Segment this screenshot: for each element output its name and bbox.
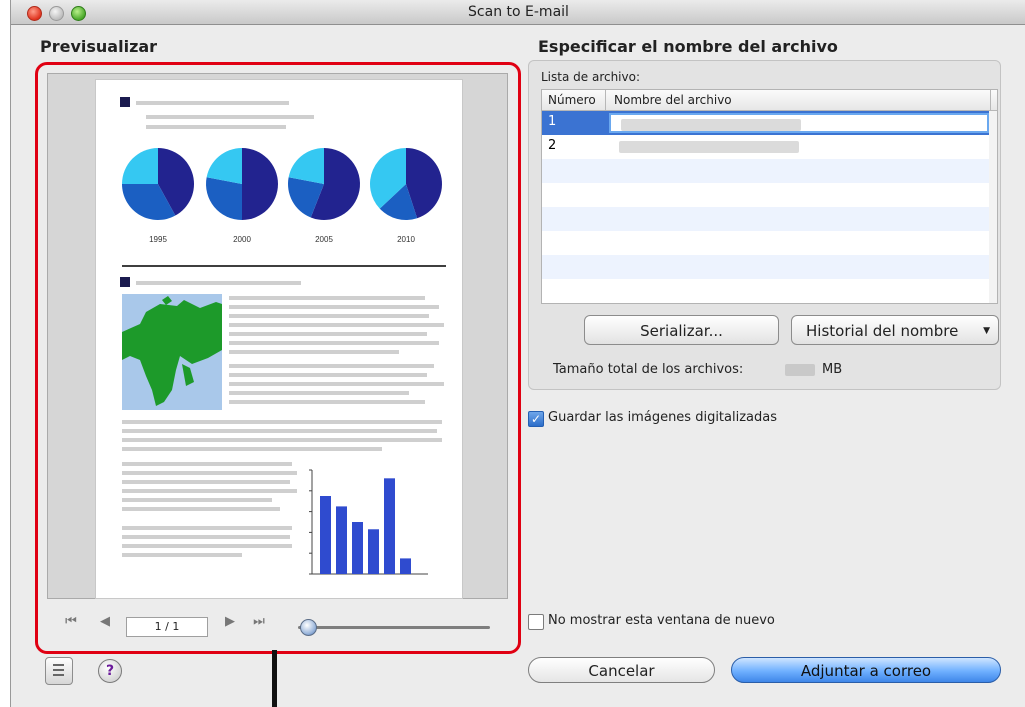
bar	[336, 506, 347, 574]
table-row	[542, 159, 997, 183]
pie-charts: 1995 2000 2005 2010	[122, 148, 442, 244]
heading-marker	[120, 277, 130, 287]
total-size-unit: MB	[822, 362, 843, 377]
total-size-value-blurred	[785, 364, 815, 376]
text-line	[136, 101, 289, 105]
column-header-filename[interactable]: Nombre del archivo	[608, 90, 991, 110]
pie-slice	[242, 148, 278, 220]
table-row	[542, 207, 997, 231]
name-history-button[interactable]: Historial del nombre ▼	[791, 315, 999, 345]
table-row	[542, 279, 997, 303]
pie-year-label: 2010	[397, 235, 415, 244]
preview-page: 1995 2000 2005 2010	[95, 79, 463, 599]
table-row	[542, 231, 997, 255]
dropdown-triangle-icon: ▼	[983, 326, 990, 336]
cancel-button[interactable]: Cancelar	[528, 657, 715, 683]
bar	[320, 496, 331, 574]
page-indicator-field[interactable]: 1 / 1	[126, 617, 208, 637]
divider	[122, 265, 446, 267]
dont-show-again-label[interactable]: No mostrar esta ventana de nuevo	[548, 613, 775, 628]
table-scrollbar[interactable]	[989, 111, 997, 303]
bar-chart	[309, 469, 428, 575]
pie-year-label: 1995	[149, 235, 167, 244]
world-map-image	[122, 294, 222, 410]
next-page-icon[interactable]: ▶	[221, 614, 239, 630]
window-title: Scan to E-mail	[468, 4, 569, 20]
total-size-label: Tamaño total de los archivos:	[553, 362, 744, 377]
attach-to-email-button[interactable]: Adjuntar a correo	[731, 657, 1001, 683]
heading-marker	[120, 97, 130, 107]
save-images-label[interactable]: Guardar las imágenes digitalizadas	[548, 410, 777, 425]
checkmark-icon: ✓	[530, 412, 542, 426]
pie-slice	[122, 148, 158, 184]
bar	[400, 558, 411, 574]
serialize-button[interactable]: Serializar...	[584, 315, 779, 345]
dont-show-again-checkbox[interactable]	[528, 614, 544, 630]
name-history-label: Historial del nombre	[806, 322, 959, 340]
column-header-number[interactable]: Número	[542, 90, 606, 110]
text-line	[146, 115, 314, 119]
title-bar[interactable]: Scan to E-mail	[11, 0, 1025, 25]
text-line	[136, 281, 301, 285]
previous-page-icon[interactable]: ◀	[96, 614, 114, 630]
preview-title: Previsualizar	[40, 37, 158, 56]
table-row[interactable]: 1	[542, 111, 997, 135]
bar	[384, 478, 395, 574]
file-list-label: Lista de archivo:	[541, 70, 641, 84]
sidebar-list-icon[interactable]	[45, 657, 73, 685]
pie-year-label: 2000	[233, 235, 251, 244]
row-number: 1	[548, 114, 557, 129]
table-row	[542, 183, 997, 207]
filename-value-blurred	[621, 119, 801, 131]
bar	[352, 522, 363, 574]
row-number: 2	[548, 138, 557, 153]
pie-year-label: 2005	[315, 235, 333, 244]
filename-cell	[609, 137, 989, 157]
help-icon[interactable]: ?	[98, 659, 122, 683]
table-row[interactable]: 2	[542, 135, 997, 159]
text-line	[146, 125, 286, 129]
callout-pointer-line	[272, 650, 277, 707]
table-row	[542, 255, 997, 279]
pie-slice	[206, 177, 242, 220]
last-page-icon[interactable]: ⏭	[250, 614, 268, 630]
zoom-slider-track[interactable]	[298, 626, 490, 629]
filename-edit-field[interactable]	[609, 113, 989, 133]
zoom-slider-knob[interactable]	[299, 619, 317, 636]
first-page-icon[interactable]: ⏮	[62, 614, 80, 630]
filename-value-blurred	[619, 141, 799, 153]
filename-title: Especificar el nombre del archivo	[538, 37, 838, 56]
save-images-checkbox[interactable]: ✓	[528, 411, 544, 427]
table-header: Número Nombre del archivo	[542, 90, 997, 111]
bar	[368, 529, 379, 574]
file-table[interactable]: Número Nombre del archivo 1 2	[541, 89, 998, 304]
